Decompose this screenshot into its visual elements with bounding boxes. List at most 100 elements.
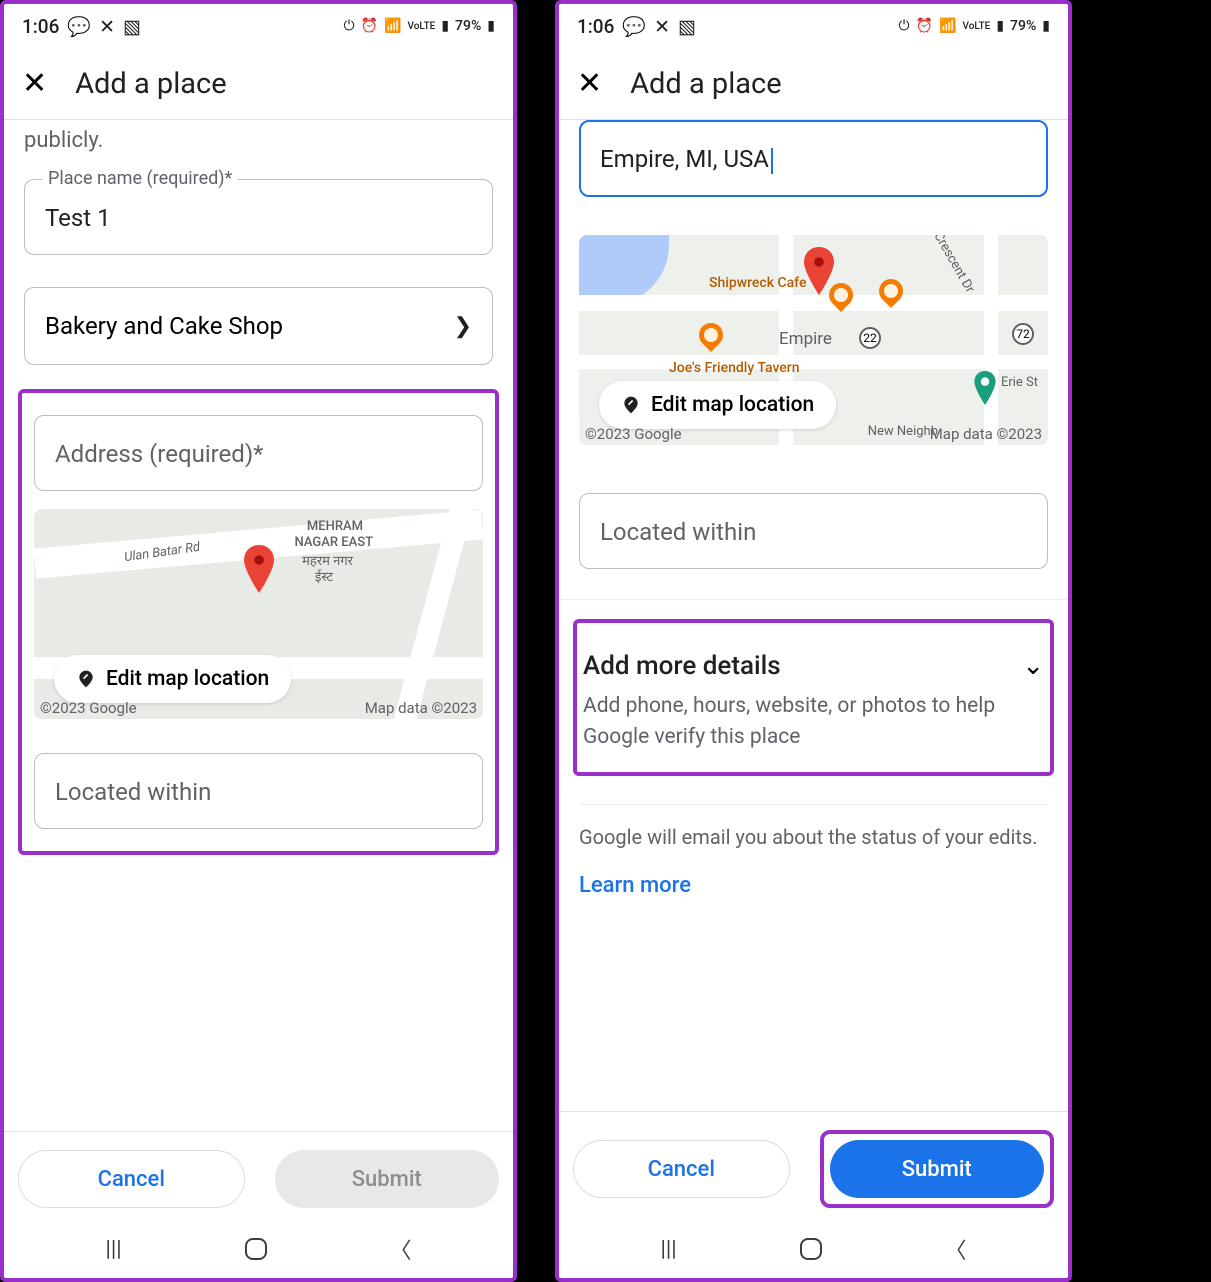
map-area-label-2: NAGAR EAST <box>294 535 373 550</box>
android-navbar: ||| 〈 <box>4 1220 513 1278</box>
address-input[interactable]: Empire, MI, USA <box>579 120 1048 197</box>
map-poi-label-1: Shipwreck Cafe <box>709 275 806 291</box>
recents-icon[interactable]: ||| <box>660 1237 676 1262</box>
battery-icon: ▮ <box>1042 18 1050 34</box>
status-bar: 1:06 💬 ✕ ▧ ⏻ ⏰ 📶 VoLTE ▮ 79% ▮ <box>559 4 1068 48</box>
page-title: Add a place <box>75 67 226 101</box>
cancel-button[interactable]: Cancel <box>18 1150 245 1208</box>
status-bar: 1:06 💬 ✕ ▧ ⏻ ⏰ 📶 VoLTE ▮ 79% ▮ <box>4 4 513 48</box>
alarm-icon: ⏰ <box>916 18 933 34</box>
wifi-icon: 📶 <box>939 18 956 34</box>
located-within-input[interactable]: Located within <box>34 753 483 829</box>
notification-chat-icon: 💬 <box>67 15 91 38</box>
add-more-details[interactable]: Add more details ⌄ Add phone, hours, web… <box>577 633 1050 762</box>
alarm-icon: ⏰ <box>361 18 378 34</box>
text-cursor <box>771 148 773 174</box>
details-title: Add more details <box>583 651 781 681</box>
address-highlight: Address (required)* Ulan Batar Rd MEHRAM… <box>18 389 499 855</box>
learn-more-link[interactable]: Learn more <box>573 855 1054 916</box>
battery-icon: ▮ <box>487 18 495 34</box>
submit-button[interactable]: Submit <box>830 1140 1045 1198</box>
map-attribution: Map data ©2023 <box>365 699 477 717</box>
divider <box>559 599 1068 615</box>
edit-location-icon <box>621 395 641 415</box>
status-time: 1:06 <box>577 15 614 38</box>
map-street-2: Erie St <box>1001 375 1038 390</box>
details-subtitle: Add phone, hours, website, or photos to … <box>583 691 1044 754</box>
screenshot-right: 1:06 💬 ✕ ▧ ⏻ ⏰ 📶 VoLTE ▮ 79% ▮ ✕ Add a p… <box>555 0 1072 1282</box>
route-badge: 22 <box>859 327 881 349</box>
cancel-button[interactable]: Cancel <box>573 1140 790 1198</box>
flag-pin-icon <box>972 371 998 405</box>
footer-bar: Cancel Submit <box>4 1131 513 1220</box>
volte-label: VoLTE <box>407 21 435 32</box>
map-preview[interactable]: Ulan Batar Rd MEHRAM NAGAR EAST महरम नगर… <box>34 509 483 719</box>
submit-label: Submit <box>352 1167 422 1192</box>
edit-map-location-button[interactable]: Edit map location <box>599 381 836 429</box>
battery-saver-icon: ⏻ <box>344 18 355 34</box>
map-copyright: ©2023 Google <box>585 425 682 443</box>
wifi-icon: 📶 <box>384 18 401 34</box>
back-icon[interactable]: 〈 <box>390 1233 412 1265</box>
recents-icon[interactable]: ||| <box>105 1237 121 1262</box>
notification-missed-call-icon: ✕ <box>654 15 670 38</box>
intro-text: publicly. <box>18 120 499 167</box>
close-icon[interactable]: ✕ <box>22 66 47 101</box>
signal-icon: ▮ <box>441 18 449 34</box>
map-poi-label-2: Joe's Friendly Tavern <box>669 360 800 376</box>
back-icon[interactable]: 〈 <box>945 1233 967 1265</box>
category-value: Bakery and Cake Shop <box>45 312 283 340</box>
edit-map-location-button[interactable]: Edit map location <box>54 655 291 703</box>
located-within-input[interactable]: Located within <box>579 493 1048 569</box>
map-street-3: New Neighb <box>868 424 938 439</box>
home-icon[interactable] <box>800 1238 822 1260</box>
place-name-field[interactable]: Place name (required)* Test 1 <box>24 179 493 255</box>
place-name-value[interactable]: Test 1 <box>24 179 493 255</box>
footer-bar: Cancel Submit <box>559 1111 1068 1220</box>
route-badge-2: 72 <box>1012 323 1034 345</box>
chevron-down-icon: ⌄ <box>1022 651 1044 681</box>
details-highlight: Add more details ⌄ Add phone, hours, web… <box>573 619 1054 776</box>
submit-label: Submit <box>902 1157 972 1182</box>
category-select[interactable]: Bakery and Cake Shop ❯ <box>24 287 493 365</box>
map-pin-icon <box>241 545 277 593</box>
submit-highlight: Submit <box>820 1130 1055 1208</box>
place-name-label: Place name (required)* <box>42 168 238 189</box>
address-value: Empire, MI, USA <box>600 145 769 173</box>
map-city-label: Empire <box>779 329 832 349</box>
battery-saver-icon: ⏻ <box>899 18 910 34</box>
edit-map-label: Edit map location <box>106 667 269 691</box>
map-preview[interactable]: Shipwreck Cafe Joe's Friendly Tavern Emp… <box>579 235 1048 445</box>
map-attribution: Map data ©2023 <box>930 425 1042 443</box>
notification-image-icon: ▧ <box>123 15 141 38</box>
map-area-label-4: ईस्ट <box>315 567 333 585</box>
cancel-label: Cancel <box>648 1157 715 1182</box>
map-copyright: ©2023 Google <box>40 699 137 717</box>
notification-missed-call-icon: ✕ <box>99 15 115 38</box>
volte-label: VoLTE <box>962 21 990 32</box>
close-icon[interactable]: ✕ <box>577 66 602 101</box>
cancel-label: Cancel <box>98 1167 165 1192</box>
home-icon[interactable] <box>245 1238 267 1260</box>
address-input[interactable]: Address (required)* <box>34 415 483 491</box>
restaurant-poi-icon <box>694 318 728 352</box>
app-bar: ✕ Add a place <box>4 48 513 120</box>
notification-image-icon: ▧ <box>678 15 696 38</box>
screenshot-left: 1:06 💬 ✕ ▧ ⏻ ⏰ 📶 VoLTE ▮ 79% ▮ ✕ Add a p… <box>0 0 517 1282</box>
notification-chat-icon: 💬 <box>622 15 646 38</box>
map-area-label-1: MEHRAM <box>307 519 363 534</box>
chevron-right-icon: ❯ <box>454 314 472 339</box>
battery-percent: 79% <box>455 18 481 34</box>
edit-map-label: Edit map location <box>651 393 814 417</box>
submit-button[interactable]: Submit <box>275 1150 500 1208</box>
app-bar: ✕ Add a place <box>559 48 1068 120</box>
edit-location-icon <box>76 669 96 689</box>
battery-percent: 79% <box>1010 18 1036 34</box>
map-street-1: Crescent Dr <box>931 235 978 296</box>
signal-icon: ▮ <box>996 18 1004 34</box>
map-pin-icon <box>801 247 837 295</box>
android-navbar: ||| 〈 <box>559 1220 1068 1278</box>
page-title: Add a place <box>630 67 781 101</box>
status-note: Google will email you about the status o… <box>573 805 1054 855</box>
status-time: 1:06 <box>22 15 59 38</box>
